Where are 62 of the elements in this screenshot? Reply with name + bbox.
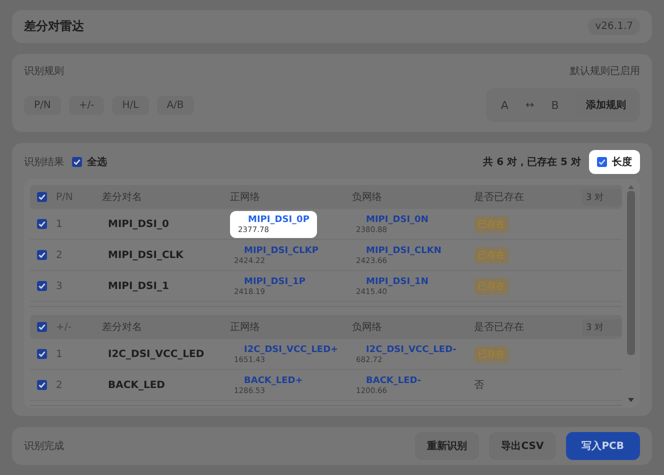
rule-input[interactable]: B: [540, 94, 570, 116]
checkbox[interactable]: [597, 157, 607, 167]
column-header: 负网络: [352, 321, 383, 334]
version-badge: v26.1.7: [588, 18, 640, 35]
highlighted-option[interactable]: 长度: [589, 150, 640, 174]
section-title: 识别结果: [24, 156, 64, 169]
rule-chip[interactable]: A/B: [156, 96, 194, 114]
net-name[interactable]: MIPI_DSI_1N: [356, 276, 428, 286]
column-header: 正网络: [230, 191, 261, 204]
checkbox[interactable]: [37, 322, 47, 332]
status-text: 识别完成: [24, 440, 64, 453]
column-header: +/-: [55, 322, 72, 332]
net-name[interactable]: BACK_LED+: [234, 376, 303, 386]
net-name[interactable]: MIPI_DSI_1P: [234, 276, 306, 286]
column-header: 正网络: [230, 321, 261, 334]
action-button[interactable]: 导出CSV: [489, 432, 556, 460]
net-name[interactable]: MIPI_DSI_0N: [356, 214, 428, 224]
checkbox[interactable]: [37, 219, 47, 229]
column-header: 是否已存在: [474, 321, 525, 334]
checkbox[interactable]: [37, 281, 47, 291]
checkbox-label: 长度: [612, 155, 632, 169]
net-name[interactable]: I2C_DSI_VCC_LED-: [356, 344, 456, 354]
status-badge: 已存在: [474, 216, 509, 232]
scroll-down-icon[interactable]: [628, 398, 634, 402]
checkbox-label: 全选: [87, 156, 107, 169]
status-badge: 已存在: [474, 246, 509, 264]
status-text: 否: [474, 379, 484, 392]
status-badge: 已存在: [474, 346, 509, 362]
net-name[interactable]: I2C_DSI_VCC_LED+: [234, 344, 338, 354]
net-name[interactable]: MIPI_DSI_0P: [238, 214, 310, 224]
checkbox[interactable]: [37, 250, 47, 260]
status-badge: 已存在: [474, 278, 509, 294]
column-header: 负网络: [352, 191, 383, 204]
count-badge: 3 对: [582, 188, 622, 206]
checkbox[interactable]: [72, 157, 82, 167]
checkbox[interactable]: [37, 349, 47, 359]
checkbox[interactable]: [37, 380, 47, 390]
arrow-text: ↔: [526, 100, 534, 110]
pair-name: BACK_LED: [107, 380, 166, 390]
app-title: 差分对雷达: [24, 18, 84, 35]
column-header: 差分对名: [102, 320, 143, 334]
net-name[interactable]: MIPI_DSI_CLKP: [234, 246, 318, 256]
rule-input[interactable]: A: [490, 94, 520, 116]
column-header: 是否已存在: [474, 191, 525, 204]
section-title: 识别规则: [24, 65, 64, 78]
pair-name: I2C_DSI_VCC_LED: [107, 348, 206, 360]
summary-text: 共 6 对，已存在 5 对: [483, 156, 581, 169]
rules-status: 默认规则已启用: [570, 64, 640, 78]
primary-button[interactable]: 写入PCB: [566, 432, 640, 460]
net-name[interactable]: MIPI_DSI_CLKN: [356, 246, 442, 256]
rule-chip[interactable]: P/N: [24, 96, 61, 114]
pair-name: MIPI_DSI_0: [107, 218, 170, 230]
net-name[interactable]: BACK_LED-: [356, 376, 422, 386]
pair-name: MIPI_DSI_1: [107, 280, 170, 292]
scrollbar[interactable]: [626, 185, 636, 402]
column-header: 差分对名: [102, 190, 143, 204]
checkbox[interactable]: [37, 192, 47, 202]
pair-name: MIPI_DSI_CLK: [107, 250, 184, 260]
action-button[interactable]: 重新识别: [415, 432, 480, 460]
rule-chip[interactable]: H/L: [112, 96, 149, 114]
count-badge: 3 对: [582, 318, 622, 336]
rule-chip[interactable]: +/-: [68, 96, 104, 114]
